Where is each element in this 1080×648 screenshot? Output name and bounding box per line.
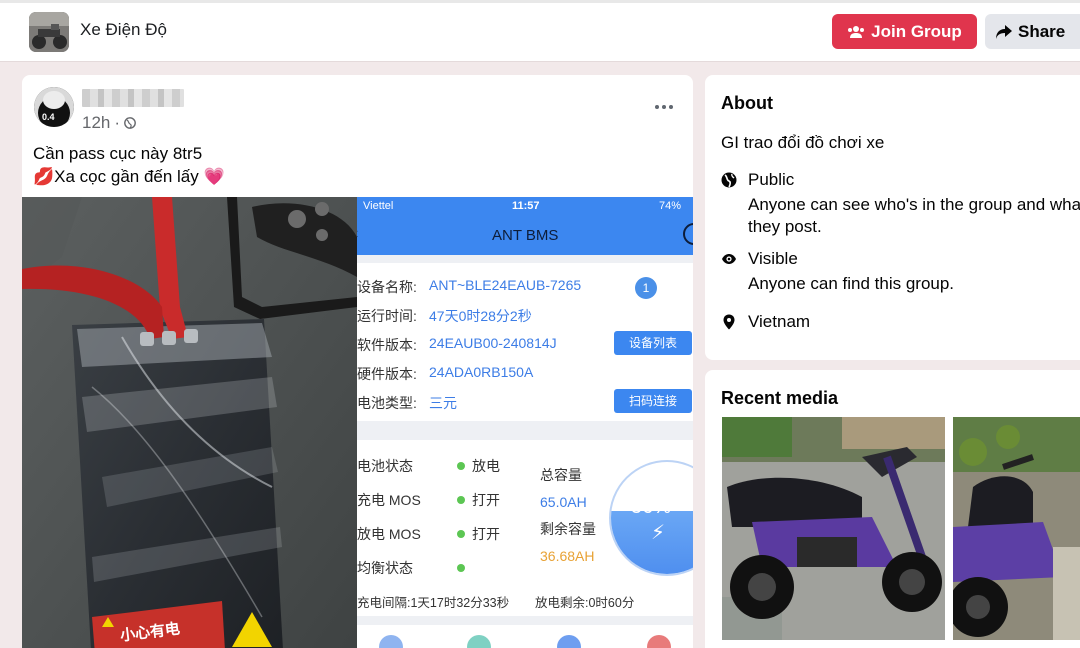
about-description: GI trao đổi đồ chơi xe: [721, 133, 885, 152]
post-message-line: Cần pass cục này 8tr5: [33, 144, 203, 163]
app-status-key: 充电 MOS: [357, 492, 421, 508]
app-total-capacity-label: 总容量: [540, 467, 582, 483]
app-bottom-tab-bar: [357, 625, 693, 648]
app-nav-bar: ‹ ANT BMS: [357, 215, 693, 255]
app-info-key: 硬件版本:: [357, 366, 417, 382]
status-green-dot: [457, 462, 465, 470]
app-total-capacity-value: 65.0AH: [540, 494, 587, 510]
app-tab-icon: [467, 635, 491, 648]
join-group-label: Join Group: [871, 21, 962, 41]
author-avatar[interactable]: 0.4: [34, 87, 74, 127]
recent-media-heading: Recent media: [721, 388, 839, 408]
location-pin-icon: [723, 314, 735, 330]
app-battery-status-card: 电池状态 放电 充电 MOS 打开 放电 MOS 打开 均衡状态 总容量 65.…: [357, 440, 693, 616]
recent-media-card: Recent media: [705, 370, 1080, 648]
app-info-value: ANT~BLE24EAUB-7265: [429, 277, 582, 293]
join-group-button[interactable]: Join Group: [832, 14, 977, 49]
about-location-title[interactable]: Vietnam: [748, 312, 810, 332]
app-clock: 11:57: [512, 200, 540, 212]
app-status-key: 放电 MOS: [357, 526, 421, 542]
app-info-key: 运行时间:: [357, 308, 417, 324]
app-status-key: 均衡状态: [357, 560, 413, 576]
app-title: ANT BMS: [492, 227, 559, 244]
app-charge-percent: 56%: [631, 496, 672, 518]
globe-icon: [124, 117, 136, 129]
app-status-value: 打开: [472, 492, 500, 508]
app-info-key: 软件版本:: [357, 337, 417, 353]
status-green-dot: [457, 496, 465, 504]
app-info-key: 电池类型:: [357, 395, 417, 411]
about-visibility-title: Visible: [748, 249, 798, 268]
header-top-divider: [0, 0, 1080, 3]
app-info-key: 设备名称:: [357, 279, 417, 295]
about-heading: About: [721, 93, 773, 113]
app-battery-level: 74%: [659, 200, 682, 212]
more-dot-icon: [655, 105, 659, 109]
app-device-info-card: 1 设备名称: ANT~BLE24EAUB-7265 运行时间: 47天0时28…: [357, 263, 693, 421]
app-info-value: 47天0时28分2秒: [429, 308, 532, 324]
post-photo-battery[interactable]: 小心有电: [22, 197, 357, 648]
status-green-dot: [457, 564, 465, 572]
post-time-text: 12h: [82, 113, 111, 132]
eye-icon: [722, 254, 736, 264]
more-dot-icon: [669, 105, 673, 109]
app-charge-gauge: 56% ⚡: [609, 460, 693, 576]
app-info-value: 三元: [429, 395, 457, 411]
app-discharge-remaining: 放电剩余:0时60分: [535, 596, 635, 610]
app-status-value: 打开: [472, 526, 500, 542]
svg-text:0.4: 0.4: [42, 112, 55, 122]
lightning-bolt-icon: ⚡: [651, 522, 666, 544]
post-message-line: 💋Xa cọc gần đến lấy 💗: [33, 167, 225, 186]
about-visibility-desc: Anyone can find this group.: [748, 274, 955, 293]
about-card: About GI trao đổi đồ chơi xe Public Anyo…: [705, 75, 1080, 360]
author-name-blurred[interactable]: [82, 89, 184, 107]
post-timestamp[interactable]: 12h ·: [82, 113, 136, 133]
about-privacy-desc: Anyone can see who's in the group and wh…: [748, 195, 1080, 236]
app-device-badge: 1: [635, 277, 657, 299]
people-icon: [848, 25, 865, 38]
status-green-dot: [457, 530, 465, 538]
app-scan-connect-button: 扫码连接: [614, 389, 692, 413]
recent-media-thumbnail[interactable]: [953, 417, 1080, 640]
app-tab-icon: [557, 635, 581, 648]
app-info-row: 电池类型: 三元: [357, 393, 457, 413]
post-message: Cần pass cục này 8tr5 💋Xa cọc gần đến lấ…: [33, 142, 225, 188]
app-info-row: 设备名称: ANT~BLE24EAUB-7265: [357, 277, 581, 297]
share-arrow-icon: [996, 24, 1012, 39]
info-circle-icon: [683, 223, 693, 245]
app-info-value: 24ADA0RB150A: [429, 364, 534, 380]
app-charge-interval: 充电间隔:1天17时32分33秒: [357, 596, 510, 610]
app-status-value: 放电: [472, 458, 500, 474]
share-button[interactable]: Share: [985, 14, 1080, 49]
app-status-bar: Viettel 11:57 74%: [357, 197, 693, 215]
app-info-row: 软件版本: 24EAUB00-240814J: [357, 335, 557, 355]
app-remaining-capacity-value: 36.68AH: [540, 548, 595, 564]
app-remaining-capacity-label: 剩余容量: [540, 521, 596, 537]
about-privacy-title: Public: [748, 170, 795, 189]
app-device-list-button: 设备列表: [614, 331, 692, 355]
back-chevron-icon: ‹: [357, 225, 358, 243]
app-tab-icon: [647, 635, 671, 648]
app-status-key: 电池状态: [357, 458, 413, 474]
more-dot-icon: [662, 105, 666, 109]
app-tab-icon: [379, 635, 403, 648]
share-label: Share: [1018, 21, 1066, 41]
post-card: 0.4 12h · Cần pass cục này 8tr5 💋Xa cọc …: [22, 75, 693, 648]
group-avatar[interactable]: [29, 12, 69, 52]
post-photo-ant-bms-screenshot[interactable]: Viettel 11:57 74% ‹ ANT BMS 1 设备名称: ANT~…: [357, 197, 693, 648]
app-info-row: 运行时间: 47天0时28分2秒: [357, 306, 532, 326]
group-name[interactable]: Xe Điện Độ: [80, 20, 167, 40]
app-carrier: Viettel: [363, 200, 394, 212]
post-more-options-button[interactable]: [649, 95, 679, 119]
globe-icon: [721, 172, 737, 188]
app-info-value: 24EAUB00-240814J: [429, 335, 557, 351]
app-info-row: 硬件版本: 24ADA0RB150A: [357, 364, 533, 384]
group-header-bar: Xe Điện Độ Join Group Share: [0, 0, 1080, 62]
recent-media-thumbnail[interactable]: [722, 417, 945, 640]
post-time-separator: ·: [114, 113, 121, 132]
